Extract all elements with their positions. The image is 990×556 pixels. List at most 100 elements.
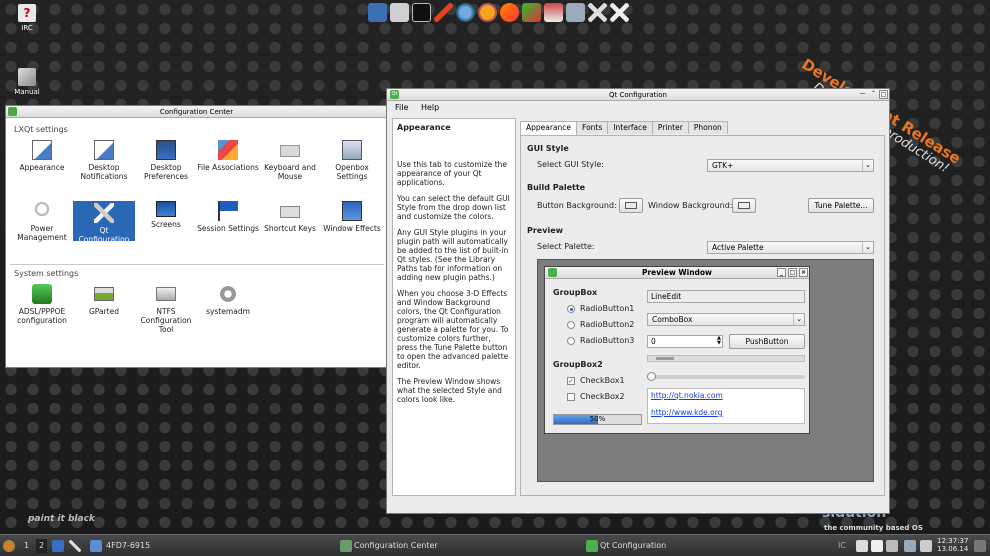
select-palette-combo[interactable]: Active Palette ⌄ (707, 241, 874, 254)
preview-title: Preview Window (641, 268, 712, 277)
spinbox[interactable]: 0 ▲ ▼ (647, 335, 723, 348)
task-configuration-center[interactable]: Configuration Center (354, 539, 438, 553)
pen-icon[interactable] (434, 3, 453, 22)
qt-configuration-titlebar[interactable]: Qt Qt Configuration — ⌃ □ (387, 89, 889, 101)
tools-icon[interactable] (544, 3, 563, 22)
feather-icon[interactable] (500, 3, 519, 22)
gui-style-combo[interactable]: GTK+ ⌄ (707, 159, 874, 172)
wrench-icon[interactable] (588, 3, 607, 22)
tray-icon[interactable] (856, 540, 868, 552)
scrollbar-handle[interactable] (656, 357, 674, 360)
clock[interactable]: 12:37:37 13.06.14 (937, 537, 968, 553)
window-list-icon[interactable] (974, 540, 986, 552)
window-title: Qt Configuration (609, 91, 667, 99)
appearance-icon (32, 140, 52, 160)
camera-icon[interactable] (566, 3, 585, 22)
window-effects-icon (342, 201, 362, 221)
drive-icon[interactable] (90, 540, 102, 552)
button-background-picker[interactable] (619, 198, 643, 213)
tab-appearance[interactable]: Appearance (520, 121, 578, 135)
menu-file[interactable]: File (395, 103, 408, 112)
push-button[interactable]: PushButton (729, 334, 805, 349)
globe-icon[interactable] (456, 3, 475, 22)
launcher-bar (368, 3, 629, 23)
calculator-icon[interactable] (368, 3, 387, 22)
cross-tools-icon[interactable] (610, 3, 629, 22)
desktop-icon-irc[interactable]: ? IRC (5, 4, 49, 32)
cc-item-screens[interactable]: Screens (135, 201, 197, 229)
tab-printer[interactable]: Printer (651, 121, 689, 134)
disk-icon[interactable] (390, 3, 409, 22)
cc-item-label: ADSL/PPPOE configuration (17, 307, 67, 325)
link-kde[interactable]: http://www.kde.org (651, 408, 722, 417)
radio-button-3[interactable] (567, 337, 575, 345)
settings-icon[interactable] (69, 540, 81, 552)
ntfs-icon (156, 287, 176, 301)
cc-item-gparted[interactable]: GParted (73, 284, 135, 316)
cc-item-session-settings[interactable]: Session Settings (197, 201, 259, 233)
irc-icon: ? (18, 4, 36, 22)
tab-phonon[interactable]: Phonon (687, 121, 728, 134)
bird-icon[interactable] (522, 3, 541, 22)
cc-item-label: systemadm (206, 307, 250, 316)
cc-item-desktop-preferences[interactable]: Desktop Preferences (135, 140, 197, 181)
cc-item-desktop-notifications[interactable]: Desktop Notifications (73, 140, 135, 181)
menu-icon[interactable] (3, 540, 15, 552)
lineedit-field[interactable]: LineEdit (647, 290, 805, 303)
volume-icon[interactable] (920, 540, 932, 552)
cc-item-openbox-settings[interactable]: Openbox Settings (321, 140, 383, 181)
radio-button-1[interactable] (567, 305, 575, 313)
slider[interactable] (647, 372, 805, 381)
tab-fonts[interactable]: Fonts (576, 121, 609, 134)
checkbox-2[interactable] (567, 393, 575, 401)
link-qt[interactable]: http://qt.nokia.com (651, 391, 723, 400)
task-qt-configuration[interactable]: Qt Configuration (600, 539, 666, 553)
config-center-icon (340, 540, 352, 552)
close-button[interactable]: □ (879, 90, 888, 99)
block-icon[interactable] (478, 3, 497, 22)
slider-handle[interactable] (647, 372, 656, 381)
spinbox-value: 0 (651, 337, 656, 346)
cc-item-systemadm[interactable]: systemadm (197, 284, 259, 316)
cc-item-adsl[interactable]: ADSL/PPPOE configuration (11, 284, 73, 325)
tray-icon[interactable] (871, 540, 883, 552)
show-desktop-icon[interactable] (52, 540, 64, 552)
power-icon (32, 201, 52, 221)
printer-icon[interactable] (904, 540, 916, 552)
menu-help[interactable]: Help (421, 103, 439, 112)
select-palette-label: Select Palette: (537, 242, 595, 251)
terminal-icon[interactable] (412, 3, 431, 22)
maximize-button[interactable]: ⌃ (869, 90, 878, 99)
configuration-center-titlebar[interactable]: Configuration Center (6, 106, 387, 118)
desktop-switch-2[interactable]: 2 (36, 539, 48, 553)
checkbox-1[interactable]: ✓ (567, 377, 575, 385)
radio-button-2[interactable] (567, 321, 575, 329)
window-title: Configuration Center (159, 108, 234, 116)
cc-item-power-management[interactable]: Power Management (11, 201, 73, 242)
menu-bar: File Help (387, 101, 889, 114)
cc-item-file-associations[interactable]: File Associations (197, 140, 259, 172)
tab-interface[interactable]: Interface (607, 121, 653, 134)
cc-item-shortcut-keys[interactable]: Shortcut Keys (259, 201, 321, 233)
cc-item-qt-configuration[interactable]: Qt Configuration (73, 201, 135, 244)
combobox[interactable]: ComboBox ⌄ (647, 313, 805, 326)
cc-item-appearance[interactable]: Appearance (11, 140, 73, 172)
battery-icon[interactable] (886, 540, 898, 552)
brand-tagline: the community based OS (824, 524, 923, 532)
preview-window: Preview Window _ □ × GroupBox RadioButto… (544, 266, 810, 434)
openbox-icon (342, 140, 362, 160)
desktop-icon-manual[interactable]: Manual (5, 68, 49, 96)
progress-bar: 50% (553, 414, 642, 425)
notifications-icon (94, 140, 114, 160)
groupbox2-title: GroupBox2 (553, 360, 603, 369)
tune-palette-button[interactable]: Tune Palette... (808, 198, 874, 213)
app-icon (8, 107, 17, 116)
cc-item-keyboard-and-mouse[interactable]: Keyboard and Mouse (259, 140, 321, 181)
cc-item-window-effects[interactable]: Window Effects (321, 201, 383, 233)
mount-label[interactable]: 4FD7-6915 (106, 539, 150, 553)
horizontal-scrollbar[interactable] (647, 355, 805, 362)
desktop-switch-1[interactable]: 1 (24, 539, 29, 553)
minimize-button[interactable]: — (858, 90, 867, 99)
window-background-picker[interactable] (732, 198, 756, 213)
cc-item-ntfs[interactable]: NTFS Configuration Tool (135, 284, 197, 334)
